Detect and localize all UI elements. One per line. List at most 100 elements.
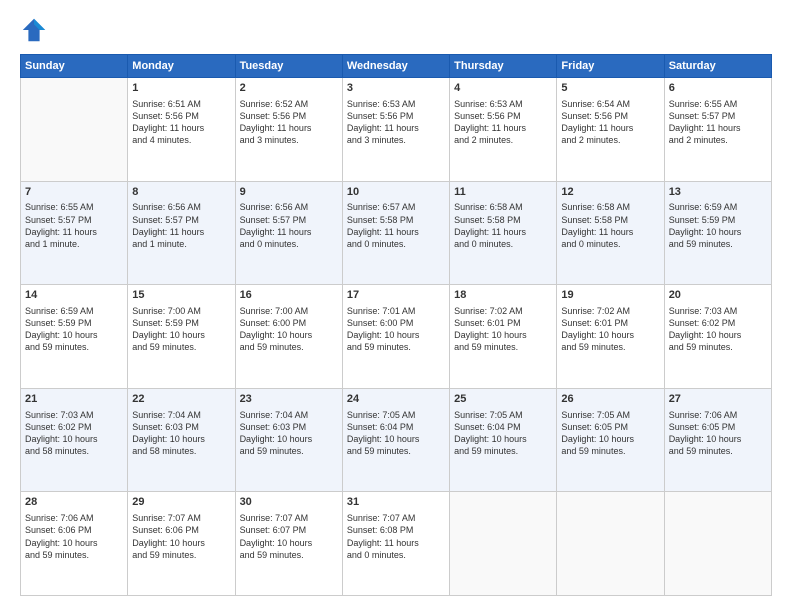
cell-info-line: Daylight: 10 hours	[25, 329, 123, 341]
calendar-cell: 16Sunrise: 7:00 AMSunset: 6:00 PMDayligh…	[235, 285, 342, 389]
cell-info-line: Sunrise: 7:05 AM	[347, 409, 445, 421]
header	[20, 16, 772, 44]
cell-info-line: Sunset: 5:56 PM	[132, 110, 230, 122]
day-number: 23	[240, 392, 338, 407]
cell-info-line: Daylight: 11 hours	[347, 122, 445, 134]
day-number: 9	[240, 185, 338, 200]
cell-info-line: Sunrise: 7:07 AM	[347, 512, 445, 524]
calendar-cell: 9Sunrise: 6:56 AMSunset: 5:57 PMDaylight…	[235, 181, 342, 285]
cell-info-line: Daylight: 10 hours	[454, 329, 552, 341]
calendar-cell: 23Sunrise: 7:04 AMSunset: 6:03 PMDayligh…	[235, 388, 342, 492]
cell-info-line: Sunrise: 6:53 AM	[347, 98, 445, 110]
cell-info-line: Sunset: 6:00 PM	[347, 317, 445, 329]
cell-info-line: and 4 minutes.	[132, 134, 230, 146]
cell-info-line: Daylight: 11 hours	[669, 122, 767, 134]
cell-info-line: Sunrise: 6:58 AM	[561, 201, 659, 213]
calendar-cell: 21Sunrise: 7:03 AMSunset: 6:02 PMDayligh…	[21, 388, 128, 492]
cell-info-line: Sunset: 5:59 PM	[25, 317, 123, 329]
cell-info-line: and 0 minutes.	[454, 238, 552, 250]
cell-info-line: Sunrise: 7:07 AM	[132, 512, 230, 524]
calendar-cell	[450, 492, 557, 596]
calendar-cell: 15Sunrise: 7:00 AMSunset: 5:59 PMDayligh…	[128, 285, 235, 389]
cell-info-line: Sunset: 6:06 PM	[25, 524, 123, 536]
cell-info-line: and 58 minutes.	[132, 445, 230, 457]
day-number: 31	[347, 495, 445, 510]
cell-info-line: Daylight: 10 hours	[132, 329, 230, 341]
cell-info-line: and 1 minute.	[132, 238, 230, 250]
calendar-cell: 5Sunrise: 6:54 AMSunset: 5:56 PMDaylight…	[557, 78, 664, 182]
day-number: 15	[132, 288, 230, 303]
calendar-cell: 1Sunrise: 6:51 AMSunset: 5:56 PMDaylight…	[128, 78, 235, 182]
cell-info-line: Daylight: 10 hours	[669, 226, 767, 238]
cell-info-line: Sunset: 6:04 PM	[347, 421, 445, 433]
logo-icon	[20, 16, 48, 44]
cell-info-line: Daylight: 10 hours	[132, 433, 230, 445]
cell-info-line: Sunset: 5:56 PM	[561, 110, 659, 122]
cell-info-line: Sunrise: 6:55 AM	[25, 201, 123, 213]
day-number: 26	[561, 392, 659, 407]
cell-info-line: Daylight: 11 hours	[240, 226, 338, 238]
cell-info-line: Sunrise: 7:06 AM	[25, 512, 123, 524]
cell-info-line: Sunrise: 6:58 AM	[454, 201, 552, 213]
cell-info-line: and 59 minutes.	[240, 341, 338, 353]
cell-info-line: Daylight: 10 hours	[347, 329, 445, 341]
cell-info-line: Daylight: 11 hours	[561, 226, 659, 238]
day-number: 25	[454, 392, 552, 407]
cell-info-line: Sunset: 5:57 PM	[132, 214, 230, 226]
cell-info-line: Sunrise: 7:03 AM	[25, 409, 123, 421]
cell-info-line: Daylight: 11 hours	[240, 122, 338, 134]
cell-info-line: and 2 minutes.	[454, 134, 552, 146]
cell-info-line: Daylight: 11 hours	[454, 122, 552, 134]
cell-info-line: Sunrise: 7:01 AM	[347, 305, 445, 317]
day-number: 7	[25, 185, 123, 200]
calendar-week-1: 7Sunrise: 6:55 AMSunset: 5:57 PMDaylight…	[21, 181, 772, 285]
cell-info-line: and 59 minutes.	[561, 445, 659, 457]
calendar-cell: 29Sunrise: 7:07 AMSunset: 6:06 PMDayligh…	[128, 492, 235, 596]
day-number: 3	[347, 81, 445, 96]
cell-info-line: Sunset: 6:05 PM	[669, 421, 767, 433]
cell-info-line: and 3 minutes.	[240, 134, 338, 146]
cell-info-line: Sunrise: 6:55 AM	[669, 98, 767, 110]
day-number: 20	[669, 288, 767, 303]
day-number: 1	[132, 81, 230, 96]
logo	[20, 16, 52, 44]
cell-info-line: Daylight: 10 hours	[669, 329, 767, 341]
day-number: 19	[561, 288, 659, 303]
cell-info-line: Sunset: 5:58 PM	[347, 214, 445, 226]
calendar-cell: 11Sunrise: 6:58 AMSunset: 5:58 PMDayligh…	[450, 181, 557, 285]
cell-info-line: and 0 minutes.	[240, 238, 338, 250]
cell-info-line: Daylight: 10 hours	[669, 433, 767, 445]
cell-info-line: and 59 minutes.	[454, 445, 552, 457]
day-number: 28	[25, 495, 123, 510]
cell-info-line: Daylight: 11 hours	[454, 226, 552, 238]
calendar-cell: 14Sunrise: 6:59 AMSunset: 5:59 PMDayligh…	[21, 285, 128, 389]
cell-info-line: and 59 minutes.	[669, 445, 767, 457]
day-number: 5	[561, 81, 659, 96]
weekday-saturday: Saturday	[664, 55, 771, 78]
calendar-cell: 26Sunrise: 7:05 AMSunset: 6:05 PMDayligh…	[557, 388, 664, 492]
cell-info-line: and 0 minutes.	[347, 238, 445, 250]
calendar-table: SundayMondayTuesdayWednesdayThursdayFrid…	[20, 54, 772, 596]
calendar-cell: 10Sunrise: 6:57 AMSunset: 5:58 PMDayligh…	[342, 181, 449, 285]
calendar-cell: 8Sunrise: 6:56 AMSunset: 5:57 PMDaylight…	[128, 181, 235, 285]
cell-info-line: Sunset: 6:06 PM	[132, 524, 230, 536]
calendar-cell: 3Sunrise: 6:53 AMSunset: 5:56 PMDaylight…	[342, 78, 449, 182]
cell-info-line: Daylight: 10 hours	[25, 537, 123, 549]
calendar-cell: 24Sunrise: 7:05 AMSunset: 6:04 PMDayligh…	[342, 388, 449, 492]
day-number: 22	[132, 392, 230, 407]
cell-info-line: Daylight: 10 hours	[561, 433, 659, 445]
cell-info-line: and 2 minutes.	[561, 134, 659, 146]
cell-info-line: Daylight: 10 hours	[240, 537, 338, 549]
page: SundayMondayTuesdayWednesdayThursdayFrid…	[0, 0, 792, 612]
weekday-friday: Friday	[557, 55, 664, 78]
cell-info-line: Sunset: 6:00 PM	[240, 317, 338, 329]
cell-info-line: Daylight: 10 hours	[132, 537, 230, 549]
calendar-cell: 28 Sunrise: 7:06 AMSunset: 6:06 PMDayligh…	[21, 492, 128, 596]
day-number: 30	[240, 495, 338, 510]
calendar-cell: 19Sunrise: 7:02 AMSunset: 6:01 PMDayligh…	[557, 285, 664, 389]
calendar-cell: 30Sunrise: 7:07 AMSunset: 6:07 PMDayligh…	[235, 492, 342, 596]
cell-info-line: and 59 minutes.	[454, 341, 552, 353]
cell-info-line: Daylight: 11 hours	[132, 226, 230, 238]
cell-info-line: Daylight: 10 hours	[25, 433, 123, 445]
weekday-wednesday: Wednesday	[342, 55, 449, 78]
